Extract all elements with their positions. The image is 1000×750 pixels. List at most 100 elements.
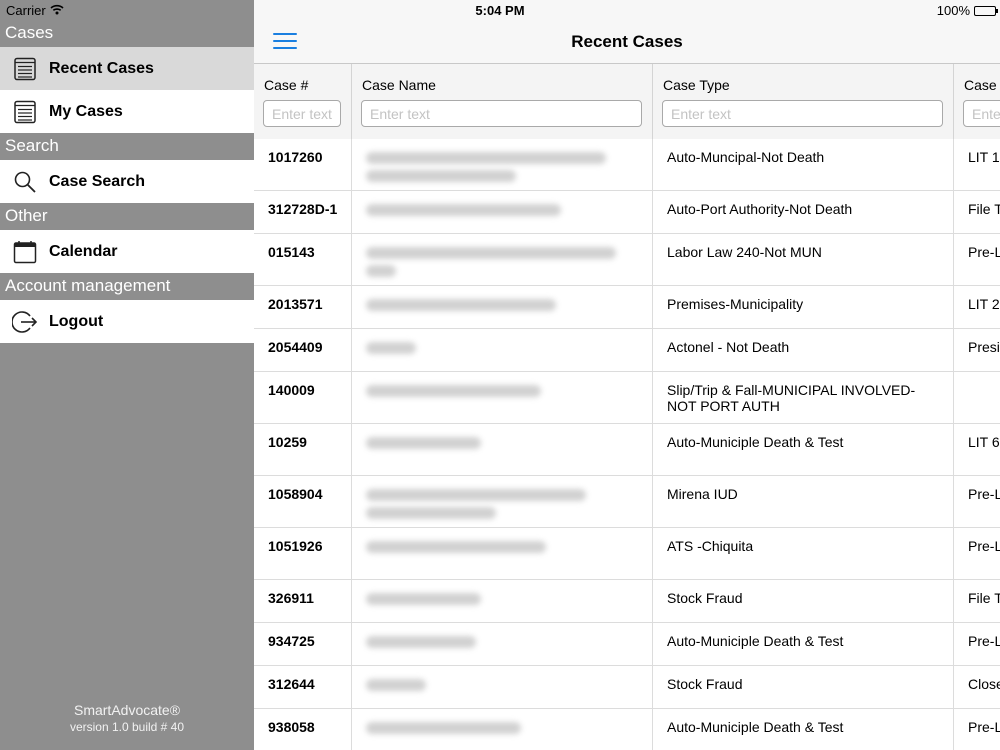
case-number-cell: 10259 (254, 424, 352, 475)
case-number-cell: 2054409 (254, 329, 352, 371)
case-status-cell: Presi (954, 329, 1000, 371)
sidebar-item-label: Case Search (49, 172, 146, 190)
table-row[interactable]: 140009 Slip/Trip & Fall-MUNICIPAL INVOLVE… (254, 372, 1000, 424)
table-row[interactable]: 1058904 Mirena IUDPre-L Reco (254, 476, 1000, 528)
table-row[interactable]: 312644 Stock FraudClose (254, 666, 1000, 709)
case-number-cell: 1017260 (254, 139, 352, 190)
case-number-cell: 140009 (254, 372, 352, 423)
case-number-cell: 934725 (254, 623, 352, 665)
sidebar-item-logout[interactable]: Logout (0, 300, 254, 343)
calendar-icon (12, 239, 38, 265)
status-time: 5:04 PM (475, 3, 525, 18)
table-row[interactable]: 10259 Auto-Municiple Death & TestLIT 6 On… (254, 424, 1000, 476)
sidebar-item-label: Logout (49, 312, 104, 330)
case-name-cell (352, 139, 653, 190)
sidebar-item-label: Calendar (49, 242, 118, 260)
case-name-cell (352, 666, 653, 708)
table-header: Case # Case Name Case Type Case S (254, 64, 1000, 139)
case-status-cell: LIT 6 Ongo (954, 424, 1000, 475)
column-label: Case Name (362, 77, 436, 93)
sidebar-item-recent-cases[interactable]: Recent Cases (0, 47, 254, 90)
case-status-cell: LIT 1 (954, 139, 1000, 190)
column-label: Case Type (663, 77, 730, 93)
case-name-cell (352, 286, 653, 328)
case-number-cell: 1051926 (254, 528, 352, 579)
case-number-cell: 015143 (254, 234, 352, 285)
case-type-cell: Stock Fraud (653, 666, 954, 708)
battery-percent: 100% (936, 3, 970, 18)
case-name-cell (352, 329, 653, 371)
case-number-cell: 938058 (254, 709, 352, 750)
battery-info: 100% (936, 3, 998, 18)
table-row[interactable]: 2013571 Premises-Municipality LIT 2 (254, 286, 1000, 329)
case-type-filter-input[interactable] (662, 100, 943, 127)
column-header-case-number: Case # (254, 64, 352, 139)
case-name-filter-input[interactable] (361, 100, 642, 127)
case-number-filter-input[interactable] (263, 100, 341, 127)
case-type-cell: Slip/Trip & Fall-MUNICIPAL INVOLVED-NOT … (653, 372, 954, 423)
case-status-cell: File T (954, 191, 1000, 233)
table-row[interactable]: 015143 Labor Law 240-Not MUN Pre-L (254, 234, 1000, 286)
redacted-text (366, 265, 396, 277)
case-type-cell: Actonel - Not Death (653, 329, 954, 371)
column-label: Case # (264, 77, 309, 93)
case-status-cell: Pre-L (954, 623, 1000, 665)
logout-icon (12, 309, 38, 335)
column-header-case-type: Case Type (653, 64, 954, 139)
case-name-cell (352, 528, 653, 579)
redacted-text (366, 385, 541, 397)
redacted-text (366, 152, 606, 164)
redacted-text (366, 541, 546, 553)
table-row[interactable]: 2054409 Actonel - Not Death Presi (254, 329, 1000, 372)
table-row[interactable]: 934725 Auto-Municiple Death & Test Pre-L (254, 623, 1000, 666)
redacted-text (366, 299, 556, 311)
status-bar: Carrier 5:04 PM 100% (0, 0, 1000, 20)
column-label: Case S (964, 77, 1000, 93)
case-name-cell (352, 476, 653, 527)
case-name-cell (352, 424, 653, 475)
sidebar-item-label: My Cases (49, 102, 123, 120)
case-status-cell: Pre-L (954, 709, 1000, 750)
redacted-text (366, 593, 481, 605)
sidebar-item-case-search[interactable]: Case Search (0, 160, 254, 203)
redacted-text (366, 679, 426, 691)
app-name: SmartAdvocate® (73, 702, 181, 718)
case-type-cell: ATS -Chiquita (653, 528, 954, 579)
case-type-cell: Stock Fraud (653, 580, 954, 622)
redacted-text (366, 247, 616, 259)
main-content: Recent Cases Case # Case Name Case Type … (254, 0, 1000, 750)
list-icon (12, 99, 38, 125)
redacted-text (366, 636, 476, 648)
case-type-cell: Auto-Port Authority-Not Death (653, 191, 954, 233)
search-icon (12, 169, 38, 195)
case-status-cell: Pre-L Reco (954, 476, 1000, 527)
case-status-cell: Close (954, 666, 1000, 708)
sidebar-item-calendar[interactable]: Calendar (0, 230, 254, 273)
case-number-cell: 2013571 (254, 286, 352, 328)
case-type-cell: Labor Law 240-Not MUN (653, 234, 954, 285)
redacted-text (366, 507, 496, 519)
section-header-cases: Cases (5, 23, 54, 42)
redacted-text (366, 489, 586, 501)
sidebar-item-label: Recent Cases (49, 59, 154, 77)
table-row[interactable]: 938058 Auto-Municiple Death & Test Pre-L (254, 709, 1000, 750)
table-row[interactable]: 312728D-1 Auto-Port Authority-Not Death Fi… (254, 191, 1000, 234)
case-status-filter-input[interactable] (963, 100, 1000, 127)
case-name-cell (352, 580, 653, 622)
redacted-text (366, 342, 416, 354)
case-name-cell (352, 372, 653, 423)
case-type-cell: Auto-Municiple Death & Test (653, 623, 954, 665)
table-row[interactable]: 326911 Stock Fraud File T (254, 580, 1000, 623)
sidebar: Cases Recent Cases My Cases Search Case … (0, 0, 254, 750)
case-status-cell: Pre-L Reco (954, 528, 1000, 579)
case-status-cell: Pre-L (954, 234, 1000, 285)
sidebar-item-my-cases[interactable]: My Cases (0, 90, 254, 133)
section-header-other: Other (5, 206, 48, 225)
case-number-cell: 312644 (254, 666, 352, 708)
battery-icon (974, 5, 998, 16)
table-row[interactable]: 1017260 Auto-Muncipal-Not Death LIT 1 (254, 139, 1000, 191)
redacted-text (366, 437, 481, 449)
case-name-cell (352, 623, 653, 665)
table-row[interactable]: 1051926 ATS -ChiquitaPre-L Reco (254, 528, 1000, 580)
list-icon (12, 56, 38, 82)
